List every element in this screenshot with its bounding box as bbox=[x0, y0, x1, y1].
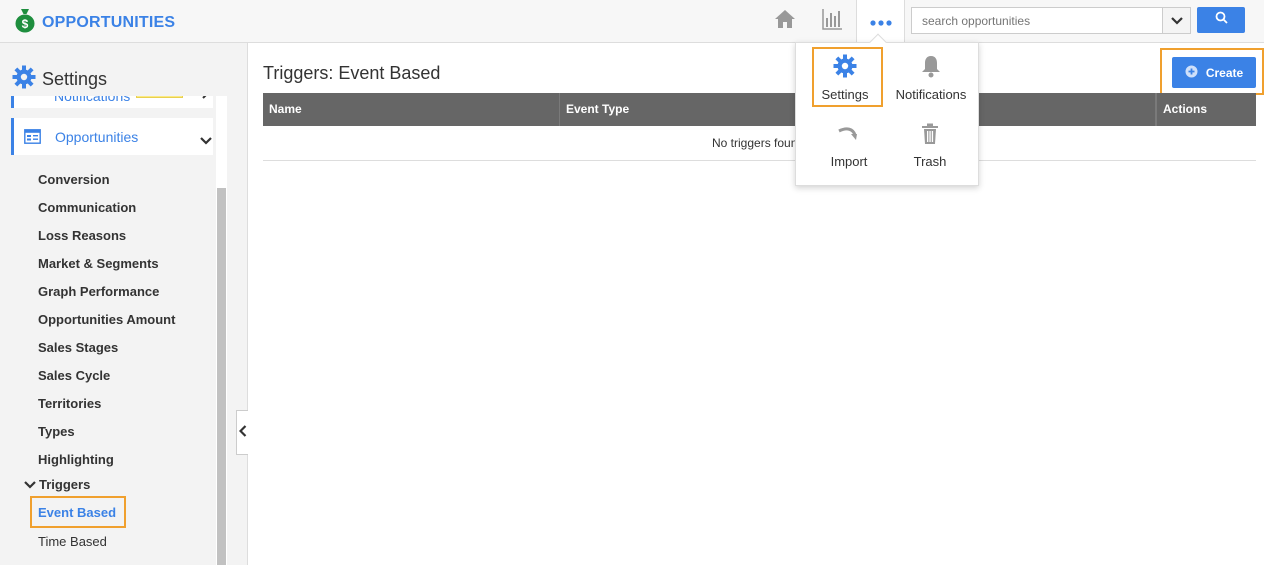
sidebar-title: Settings bbox=[42, 69, 108, 89]
sidebar-item-types[interactable]: Types bbox=[38, 418, 175, 446]
more-dots-icon bbox=[869, 13, 892, 31]
chevron-left-icon bbox=[238, 424, 247, 442]
sidebar-scroll-area: Notifications Opportunities Conversion C… bbox=[11, 96, 227, 565]
trash-icon bbox=[921, 123, 939, 148]
opportunities-settings-list: Conversion Communication Loss Reasons Ma… bbox=[38, 166, 175, 474]
sidebar-item-loss-reasons[interactable]: Loss Reasons bbox=[38, 222, 175, 250]
chevron-right-icon bbox=[202, 96, 210, 104]
sidebar-item-territories[interactable]: Territories bbox=[38, 390, 175, 418]
sidebar-item-opportunities[interactable]: Opportunities bbox=[11, 118, 213, 155]
menu-item-import[interactable]: Import bbox=[809, 120, 889, 180]
home-icon bbox=[774, 9, 796, 34]
sidebar-item-event-based[interactable]: Event Based bbox=[30, 496, 126, 528]
table-empty-row: No triggers foun bbox=[263, 126, 1256, 161]
menu-item-label: Import bbox=[830, 154, 868, 169]
new-badge bbox=[136, 96, 183, 98]
import-arrow-icon bbox=[837, 125, 861, 148]
search-filter-dropdown[interactable] bbox=[1162, 8, 1190, 33]
search-button[interactable] bbox=[1197, 7, 1245, 33]
sidebar-item-label: Triggers bbox=[39, 477, 91, 492]
svg-text:$: $ bbox=[22, 17, 29, 31]
search-icon bbox=[1215, 11, 1228, 29]
sidebar-item-label: Opportunities bbox=[55, 128, 139, 145]
home-button[interactable] bbox=[762, 0, 808, 42]
settings-menu-highlight bbox=[812, 47, 883, 107]
plus-circle-icon bbox=[1185, 65, 1198, 81]
document-list-icon bbox=[24, 129, 41, 144]
search-box bbox=[911, 7, 1191, 34]
sidebar-scrollbar[interactable] bbox=[216, 96, 227, 565]
menu-item-notifications[interactable]: Notifications bbox=[891, 53, 971, 113]
column-actions: Actions bbox=[1156, 93, 1256, 126]
sidebar-item-graph-performance[interactable]: Graph Performance bbox=[38, 278, 175, 306]
column-name[interactable]: Name bbox=[263, 93, 560, 126]
triggers-table-header: Name Event Type Actions bbox=[263, 93, 1256, 126]
money-bag-icon: $ bbox=[14, 7, 36, 38]
bell-icon bbox=[920, 54, 942, 81]
sidebar-item-market-segments[interactable]: Market & Segments bbox=[38, 250, 175, 278]
gear-icon bbox=[12, 65, 36, 94]
menu-item-label: Notifications bbox=[895, 87, 967, 102]
sidebar-header: Settings bbox=[12, 65, 107, 94]
sidebar-item-label: Notifications bbox=[54, 96, 131, 104]
sidebar-item-time-based[interactable]: Time Based bbox=[38, 534, 107, 549]
menu-item-trash[interactable]: Trash bbox=[890, 120, 970, 180]
collapse-sidebar-button[interactable] bbox=[236, 410, 248, 455]
chevron-down-icon bbox=[1170, 12, 1183, 30]
sidebar-item-sales-stages[interactable]: Sales Stages bbox=[38, 334, 175, 362]
top-bar: $ OPPORTUNITIES bbox=[0, 0, 1264, 43]
menu-item-label: Trash bbox=[913, 154, 947, 169]
sidebar-item-triggers[interactable]: Triggers bbox=[24, 477, 90, 492]
empty-state-text: No triggers foun bbox=[712, 136, 798, 150]
create-button-label: Create bbox=[1205, 65, 1244, 80]
sidebar-item-highlighting[interactable]: Highlighting bbox=[38, 446, 175, 474]
brand[interactable]: $ OPPORTUNITIES bbox=[14, 7, 175, 38]
sidebar-item-sales-cycle[interactable]: Sales Cycle bbox=[38, 362, 175, 390]
reports-button[interactable] bbox=[809, 0, 855, 42]
sidebar-item-opportunities-amount[interactable]: Opportunities Amount bbox=[38, 306, 175, 334]
app-title: OPPORTUNITIES bbox=[42, 13, 176, 31]
scrollbar-thumb[interactable] bbox=[217, 188, 226, 565]
page-title: Triggers: Event Based bbox=[263, 63, 441, 83]
bar-chart-icon bbox=[821, 8, 843, 35]
chevron-down-icon bbox=[24, 477, 36, 492]
sidebar-item-conversion[interactable]: Conversion bbox=[38, 166, 175, 194]
sidebar-item-communication[interactable]: Communication bbox=[38, 194, 175, 222]
chevron-down-icon bbox=[200, 132, 212, 150]
sidebar-item-notifications[interactable]: Notifications bbox=[11, 96, 213, 108]
search-input[interactable] bbox=[912, 8, 1162, 33]
create-button[interactable]: Create bbox=[1172, 57, 1256, 88]
